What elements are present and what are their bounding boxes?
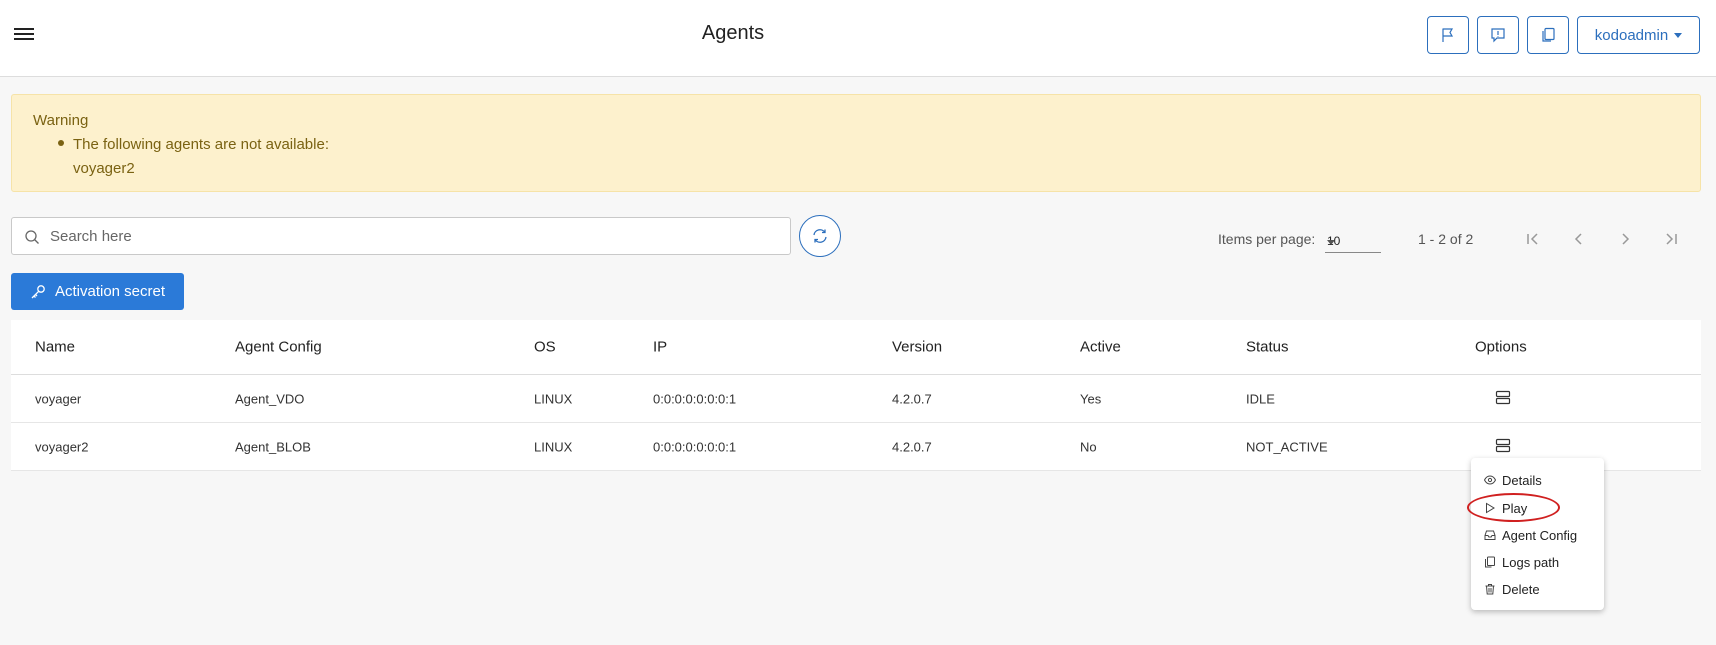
pagination-range: 1 - 2 of 2 bbox=[1418, 231, 1474, 247]
menu-item-agent-config[interactable]: Agent Config bbox=[1484, 524, 1577, 546]
search-input[interactable] bbox=[50, 224, 770, 248]
page-title: Agents bbox=[701, 22, 765, 44]
activation-secret-button[interactable]: Activation secret bbox=[11, 273, 184, 310]
user-name: kodoadmin bbox=[1594, 26, 1669, 44]
key-icon bbox=[31, 284, 45, 298]
feedback-icon bbox=[1491, 28, 1505, 43]
options-context-menu: Details Play Agent Config Logs path Dele… bbox=[1471, 458, 1604, 610]
agent-active: No bbox=[1080, 439, 1097, 454]
bullet-icon bbox=[58, 140, 64, 146]
search-box bbox=[11, 217, 791, 255]
items-per-page-select[interactable]: 10 bbox=[1325, 229, 1381, 253]
agent-config: Agent_BLOB bbox=[235, 439, 311, 454]
agent-name: voyager2 bbox=[35, 439, 89, 454]
agent-version: 4.2.0.7 bbox=[892, 391, 932, 406]
column-header[interactable]: Status bbox=[1246, 339, 1289, 356]
top-bar: Agents kodoadmin bbox=[0, 0, 1716, 77]
eye-icon bbox=[1484, 475, 1496, 485]
column-header[interactable]: IP bbox=[653, 339, 667, 356]
last-page-icon bbox=[1666, 233, 1677, 245]
agent-name: voyager bbox=[35, 391, 82, 406]
chevron-down-icon bbox=[1674, 33, 1683, 38]
agent-status: IDLE bbox=[1246, 391, 1275, 406]
refresh-icon bbox=[813, 229, 827, 243]
agent-os: LINUX bbox=[534, 439, 573, 454]
agent-config: Agent_VDO bbox=[235, 391, 305, 406]
flag-button[interactable] bbox=[1427, 16, 1469, 54]
chevron-left-icon bbox=[1574, 233, 1582, 245]
activation-secret-label: Activation secret bbox=[54, 283, 166, 300]
table-row: voyager Agent_VDO LINUX 0:0:0:0:0:0:0:1 … bbox=[11, 375, 1701, 423]
warning-agents: voyager2 bbox=[73, 160, 135, 177]
refresh-button[interactable] bbox=[799, 215, 841, 257]
copy-button[interactable] bbox=[1527, 16, 1569, 54]
user-menu-button[interactable]: kodoadmin bbox=[1577, 16, 1700, 54]
column-header[interactable]: Agent Config bbox=[235, 339, 322, 356]
first-page-icon bbox=[1527, 233, 1538, 245]
agents-table: Name Agent Config OS IP Version Active S… bbox=[11, 320, 1701, 471]
feedback-button[interactable] bbox=[1477, 16, 1519, 54]
copy-icon bbox=[1542, 27, 1555, 42]
chevron-down-icon bbox=[1327, 240, 1335, 245]
flag-icon bbox=[1442, 28, 1454, 42]
menu-item-label: Agent Config bbox=[1502, 527, 1578, 543]
copy-icon bbox=[1485, 556, 1495, 568]
column-header[interactable]: Name bbox=[35, 339, 75, 356]
inbox-icon bbox=[1484, 530, 1496, 540]
trash-icon bbox=[1485, 584, 1495, 595]
play-icon bbox=[1486, 502, 1495, 514]
menu-item-details[interactable]: Details bbox=[1484, 469, 1542, 491]
agent-active: Yes bbox=[1080, 391, 1102, 406]
items-per-page-label: Items per page: bbox=[1218, 231, 1316, 247]
options-menu-icon[interactable] bbox=[1495, 437, 1511, 456]
column-header[interactable]: Version bbox=[892, 339, 942, 356]
menu-item-play[interactable]: Play bbox=[1484, 497, 1527, 519]
menu-item-label: Logs path bbox=[1502, 554, 1560, 570]
menu-item-logs-path[interactable]: Logs path bbox=[1484, 551, 1559, 573]
agent-ip: 0:0:0:0:0:0:0:1 bbox=[653, 391, 737, 406]
search-icon bbox=[25, 230, 39, 244]
previous-page-button[interactable] bbox=[1566, 226, 1592, 252]
menu-item-label: Delete bbox=[1502, 581, 1540, 597]
warning-alert: Warning The following agents are not ava… bbox=[11, 94, 1701, 192]
warning-message: The following agents are not available: bbox=[73, 136, 329, 153]
table-row: voyager2 Agent_BLOB LINUX 0:0:0:0:0:0:0:… bbox=[11, 423, 1701, 471]
agent-os: LINUX bbox=[534, 391, 573, 406]
column-header: Options bbox=[1475, 338, 1527, 356]
column-header[interactable]: Active bbox=[1080, 339, 1121, 356]
next-page-button[interactable] bbox=[1612, 226, 1638, 252]
menu-item-label: Play bbox=[1502, 500, 1528, 516]
last-page-button[interactable] bbox=[1658, 226, 1684, 252]
first-page-button[interactable] bbox=[1520, 226, 1546, 252]
menu-item-delete[interactable]: Delete bbox=[1484, 578, 1540, 600]
agent-status: NOT_ACTIVE bbox=[1246, 439, 1328, 454]
chevron-right-icon bbox=[1622, 233, 1630, 245]
warning-title: Warning bbox=[33, 112, 89, 129]
menu-item-label: Details bbox=[1502, 472, 1542, 488]
options-menu-icon[interactable] bbox=[1495, 389, 1511, 408]
agent-ip: 0:0:0:0:0:0:0:1 bbox=[653, 439, 737, 454]
table-header: Name Agent Config OS IP Version Active S… bbox=[11, 320, 1701, 375]
column-header[interactable]: OS bbox=[534, 339, 556, 356]
agent-version: 4.2.0.7 bbox=[892, 439, 932, 454]
